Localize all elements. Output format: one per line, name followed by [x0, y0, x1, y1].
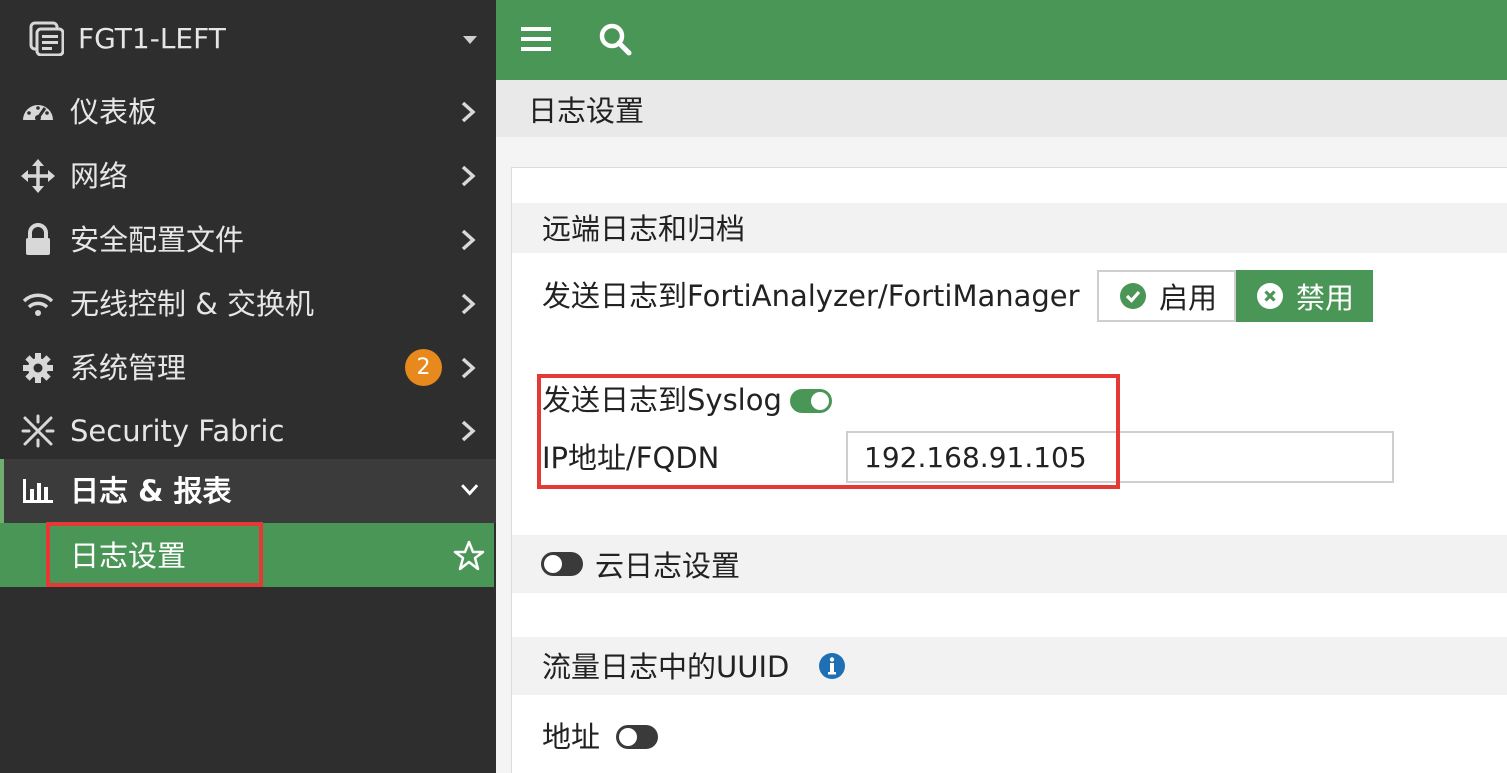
sidebar-item-label: 日志 & 报表 — [70, 474, 232, 508]
toggle-knob — [619, 728, 637, 746]
sidebar-item-log-report[interactable]: 日志 & 报表 — [0, 459, 496, 523]
chevron-right-icon — [461, 165, 476, 187]
chevron-right-icon — [461, 420, 476, 442]
cloud-logging-label: 云日志设置 — [595, 549, 741, 583]
cloud-logging-toggle[interactable] — [541, 552, 583, 576]
hamburger-menu-icon[interactable] — [520, 24, 552, 54]
caret-down-icon — [463, 36, 477, 44]
ip-fqdn-label: IP地址/FQDN — [542, 441, 720, 475]
sidebar-item-security-profiles[interactable]: 安全配置文件 — [0, 208, 496, 272]
syslog-toggle[interactable] — [790, 389, 832, 413]
fortianalyzer-toggle-group: 启用 禁用 — [1097, 270, 1373, 322]
enable-label: 启用 — [1159, 281, 1218, 315]
star-icon[interactable] — [453, 540, 485, 572]
sidebar-item-label: 安全配置文件 — [70, 223, 245, 257]
sidebar-item-network[interactable]: 网络 — [0, 144, 496, 208]
fortianalyzer-label: 发送日志到FortiAnalyzer/FortiManager — [542, 279, 1080, 313]
ip-fqdn-input[interactable] — [846, 431, 1394, 483]
settings-panel: 远端日志和归档 发送日志到FortiAnalyzer/FortiManager … — [511, 167, 1507, 773]
section-cloud-logging: 云日志设置 — [512, 535, 1507, 593]
chevron-right-icon — [461, 101, 476, 123]
device-name: FGT1-LEFT — [78, 22, 226, 55]
main-content: 日志设置 远端日志和归档 发送日志到FortiAnalyzer/FortiMan… — [496, 0, 1507, 773]
address-uuid-toggle[interactable] — [616, 725, 658, 749]
sidebar-item-label: Security Fabric — [70, 414, 285, 448]
device-selector[interactable]: FGT1-LEFT — [0, 0, 496, 80]
sidebar-item-label: 无线控制 & 交换机 — [70, 287, 315, 321]
bar-chart-icon — [23, 479, 53, 503]
search-icon[interactable] — [598, 22, 632, 56]
syslog-label: 发送日志到Syslog — [542, 383, 782, 417]
chevron-right-icon — [461, 357, 476, 379]
chevron-right-icon — [461, 229, 476, 251]
notification-badge: 2 — [405, 349, 442, 386]
gear-icon — [23, 353, 53, 383]
lock-icon — [26, 223, 50, 255]
page-header: 日志设置 — [496, 80, 1507, 137]
sidebar-item-security-fabric[interactable]: Security Fabric — [0, 399, 496, 463]
sidebar-item-label: 仪表板 — [70, 95, 158, 129]
device-icon — [29, 21, 64, 56]
enable-option[interactable]: 启用 — [1097, 270, 1236, 322]
sidebar: FGT1-LEFT 仪表板 网络 安全配置文件 无线控制 & 交换机 系统管理 … — [0, 0, 496, 773]
sidebar-item-label: 网络 — [70, 159, 129, 193]
fabric-icon — [21, 414, 55, 448]
toggle-knob — [544, 555, 562, 573]
section-uuid: 流量日志中的UUID — [512, 637, 1507, 695]
dashboard-icon — [23, 105, 53, 121]
check-circle-icon — [1120, 283, 1146, 309]
sidebar-item-label: 系统管理 — [70, 351, 187, 385]
disable-label: 禁用 — [1296, 281, 1355, 315]
sidebar-item-dashboard[interactable]: 仪表板 — [0, 80, 496, 144]
network-move-icon — [21, 159, 55, 193]
sidebar-item-wifi-switch[interactable]: 无线控制 & 交换机 — [0, 272, 496, 336]
info-icon[interactable] — [818, 652, 846, 680]
wifi-icon — [22, 293, 54, 316]
section-remote-logging: 远端日志和归档 — [512, 203, 1507, 253]
address-label: 地址 — [542, 720, 601, 754]
highlight-box — [46, 522, 263, 587]
sidebar-item-system[interactable]: 系统管理 2 — [0, 336, 496, 400]
close-circle-icon — [1257, 283, 1283, 309]
chevron-right-icon — [461, 293, 476, 315]
chevron-down-icon — [461, 484, 479, 496]
top-toolbar — [496, 0, 1507, 80]
toggle-knob — [811, 392, 829, 410]
disable-option[interactable]: 禁用 — [1236, 270, 1373, 322]
section-title: 远端日志和归档 — [542, 212, 746, 246]
section-title: 流量日志中的UUID — [542, 650, 790, 684]
page-title: 日志设置 — [528, 94, 645, 128]
